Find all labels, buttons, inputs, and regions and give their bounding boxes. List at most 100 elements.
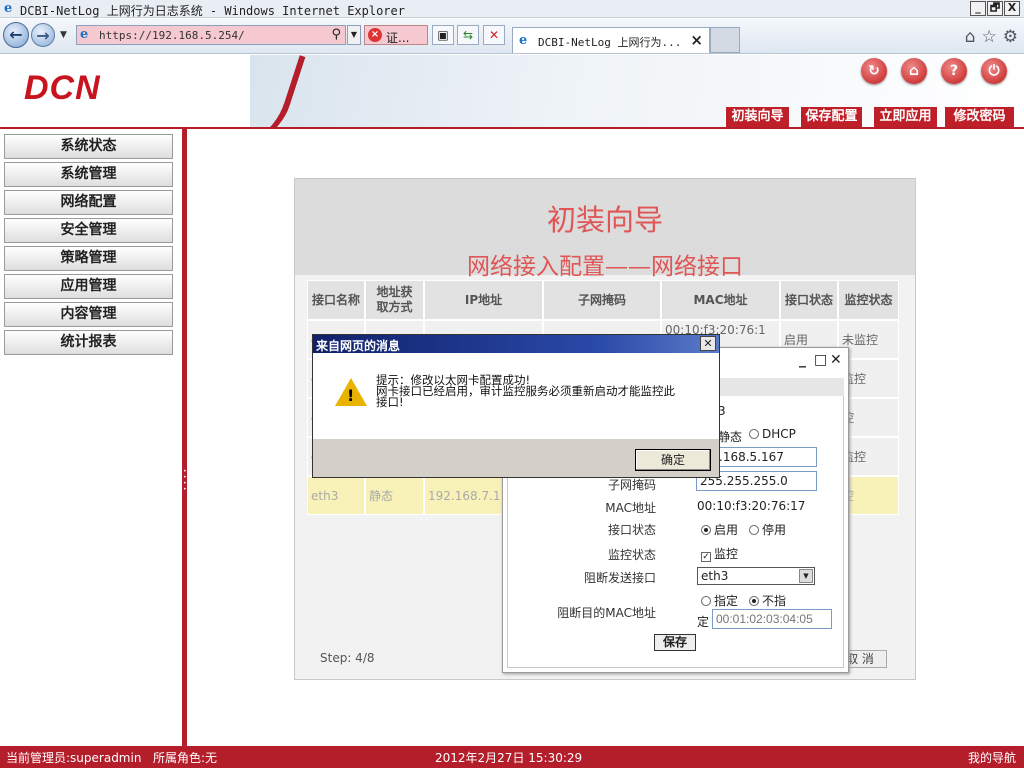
- warning-icon: !: [335, 378, 367, 406]
- step-indicator: Step: 4/8: [320, 651, 375, 665]
- sidebar-item-security[interactable]: 安全管理: [4, 218, 173, 243]
- close-window-button[interactable]: X: [1004, 1, 1020, 16]
- wizard-title: 初装向导: [546, 203, 663, 237]
- favorites-star-icon[interactable]: ☆: [982, 27, 997, 47]
- sidebar-item-policy[interactable]: 策略管理: [4, 246, 173, 271]
- specify-option[interactable]: 指定: [701, 592, 738, 609]
- error-icon: ×: [368, 28, 382, 42]
- monitor-status-label: 监控状态: [607, 548, 656, 562]
- wizard-subtitle: 网络接入配置——网络接口: [467, 254, 743, 280]
- block-mac-label: 阻断目的MAC地址: [557, 606, 656, 620]
- sidebar-item-reports[interactable]: 统计报表: [4, 330, 173, 355]
- ok-button[interactable]: 确定: [635, 449, 711, 471]
- power-icon[interactable]: ⏻: [981, 58, 1007, 84]
- browser-tab[interactable]: e DCBI-NetLog 上网行为... ×: [512, 27, 710, 53]
- monitor-checkbox[interactable]: ✓: [701, 552, 711, 562]
- stop-icon: ✕: [488, 28, 500, 42]
- address-url[interactable]: https://192.168.5.254/: [99, 29, 245, 42]
- interface-status-label: 接口状态: [607, 523, 656, 537]
- column-header: IP地址: [424, 280, 543, 320]
- column-header: 接口名称: [307, 280, 365, 320]
- dialog-close-button[interactable]: ✕: [700, 336, 716, 351]
- current-role: 所属角色:无: [153, 751, 218, 765]
- forward-button[interactable]: →: [31, 23, 55, 47]
- disable-option[interactable]: 停用: [749, 521, 786, 538]
- tab-page-icon: e: [519, 33, 528, 48]
- arrow-left-icon: ←: [9, 25, 23, 44]
- not-specify-tail: 定: [697, 615, 710, 629]
- arrow-right-icon: →: [36, 26, 50, 45]
- back-button[interactable]: ←: [3, 22, 29, 48]
- sidebar-item-content[interactable]: 内容管理: [4, 302, 173, 327]
- sidebar-item-system-management[interactable]: 系统管理: [4, 162, 173, 187]
- sidebar-item-system-status[interactable]: 系统状态: [4, 134, 173, 159]
- enable-option[interactable]: 启用: [701, 521, 738, 538]
- address-bar[interactable]: e https://192.168.5.254/ ⚲: [76, 25, 346, 45]
- enable-radio[interactable]: [701, 525, 711, 535]
- minimize-icon[interactable]: _: [799, 352, 806, 368]
- tab-close-icon[interactable]: ×: [690, 31, 703, 49]
- specify-radio[interactable]: [701, 596, 711, 606]
- sidebar: 系统状态 系统管理 网络配置 安全管理 策略管理 应用管理 内容管理 统计报表: [0, 129, 183, 746]
- gear-icon[interactable]: ⚙: [1003, 27, 1018, 47]
- app-header: DCN ↻ ⌂ ? ⏻ 初装向导 保存配置 立即应用 修改密码: [0, 55, 1024, 128]
- tab-title: DCBI-NetLog 上网行为...: [538, 36, 682, 49]
- home-icon[interactable]: ⌂: [965, 27, 976, 47]
- splitter-grip-icon: • • • •: [183, 468, 187, 493]
- column-header: MAC地址: [661, 280, 780, 320]
- menu-setup-wizard[interactable]: 初装向导: [725, 107, 789, 127]
- certificate-error-button[interactable]: × 证...: [364, 25, 428, 45]
- compatibility-button[interactable]: ▣: [432, 25, 454, 45]
- not-specify-option[interactable]: 不指: [749, 592, 786, 609]
- refresh-arrows-icon: ⇆: [462, 28, 474, 42]
- compat-icon: ▣: [437, 28, 449, 42]
- dcn-logo: DCN: [24, 69, 101, 107]
- address-dropdown-button[interactable]: ▼: [347, 25, 361, 45]
- my-navigation-link[interactable]: 我的导航: [968, 749, 1016, 766]
- new-tab-button[interactable]: [710, 27, 740, 53]
- dialog-title: 来自网页的消息: [316, 339, 401, 353]
- history-dropdown-icon[interactable]: ▼: [60, 30, 67, 40]
- webpage-message-dialog: 来自网页的消息 ✕ ! 提示：修改以太网卡配置成功! 网卡接口已经启用，审计监控…: [312, 334, 720, 478]
- monitor-option[interactable]: ✓ 监控: [701, 545, 738, 562]
- restore-button[interactable]: 🗗: [987, 1, 1003, 16]
- refresh-icon[interactable]: ↻: [861, 58, 887, 84]
- menu-save-config[interactable]: 保存配置: [800, 107, 862, 127]
- stop-button[interactable]: ✕: [483, 25, 505, 45]
- sidebar-item-application[interactable]: 应用管理: [4, 274, 173, 299]
- dhcp-radio[interactable]: [749, 429, 759, 439]
- search-icon[interactable]: ⚲: [331, 27, 341, 42]
- block-mac-input[interactable]: [712, 609, 832, 629]
- ie-icon: e: [4, 1, 13, 16]
- refresh-button[interactable]: ⇆: [457, 25, 479, 45]
- sidebar-splitter[interactable]: • • • •: [182, 129, 187, 746]
- minimize-button[interactable]: _: [970, 1, 986, 16]
- column-header: 监控状态: [838, 280, 899, 320]
- block-interface-select[interactable]: eth3 ▼: [697, 567, 815, 585]
- addr-mode-dhcp[interactable]: DHCP: [749, 427, 796, 441]
- datetime: 2012年2月27日 15:30:29: [435, 751, 583, 765]
- help-icon[interactable]: ?: [941, 58, 967, 84]
- browser-toolbar: ← → ▼ e https://192.168.5.254/ ⚲ ▼ × 证..…: [0, 19, 1024, 54]
- current-admin: 当前管理员:superadmin: [6, 751, 142, 765]
- ip-address-field[interactable]: .168.5.167: [715, 447, 817, 467]
- chevron-down-icon[interactable]: ▼: [799, 569, 813, 583]
- menu-change-password[interactable]: 修改密码: [944, 107, 1014, 127]
- column-header: 地址获取方式: [365, 280, 424, 320]
- mac-value: 00:10:f3:20:76:17: [697, 499, 806, 513]
- maximize-icon[interactable]: □: [814, 352, 827, 368]
- close-icon[interactable]: ✕: [830, 352, 842, 368]
- column-header: 子网掩码: [543, 280, 661, 320]
- dialog-titlebar: 来自网页的消息 ✕: [313, 335, 719, 353]
- subnet-mask-label: 子网掩码: [607, 478, 656, 492]
- page-icon: e: [80, 27, 89, 42]
- disable-radio[interactable]: [749, 525, 759, 535]
- status-bar: 当前管理员:superadmin 所属角色:无 2012年2月27日 15:30…: [0, 746, 1024, 768]
- sidebar-item-network-config[interactable]: 网络配置: [4, 190, 173, 215]
- save-button[interactable]: 保存: [654, 634, 696, 651]
- mac-label: MAC地址: [605, 501, 656, 515]
- home-icon[interactable]: ⌂: [901, 58, 927, 84]
- certificate-label: 证...: [386, 31, 410, 45]
- menu-apply-now[interactable]: 立即应用: [873, 107, 937, 127]
- not-specify-radio[interactable]: [749, 596, 759, 606]
